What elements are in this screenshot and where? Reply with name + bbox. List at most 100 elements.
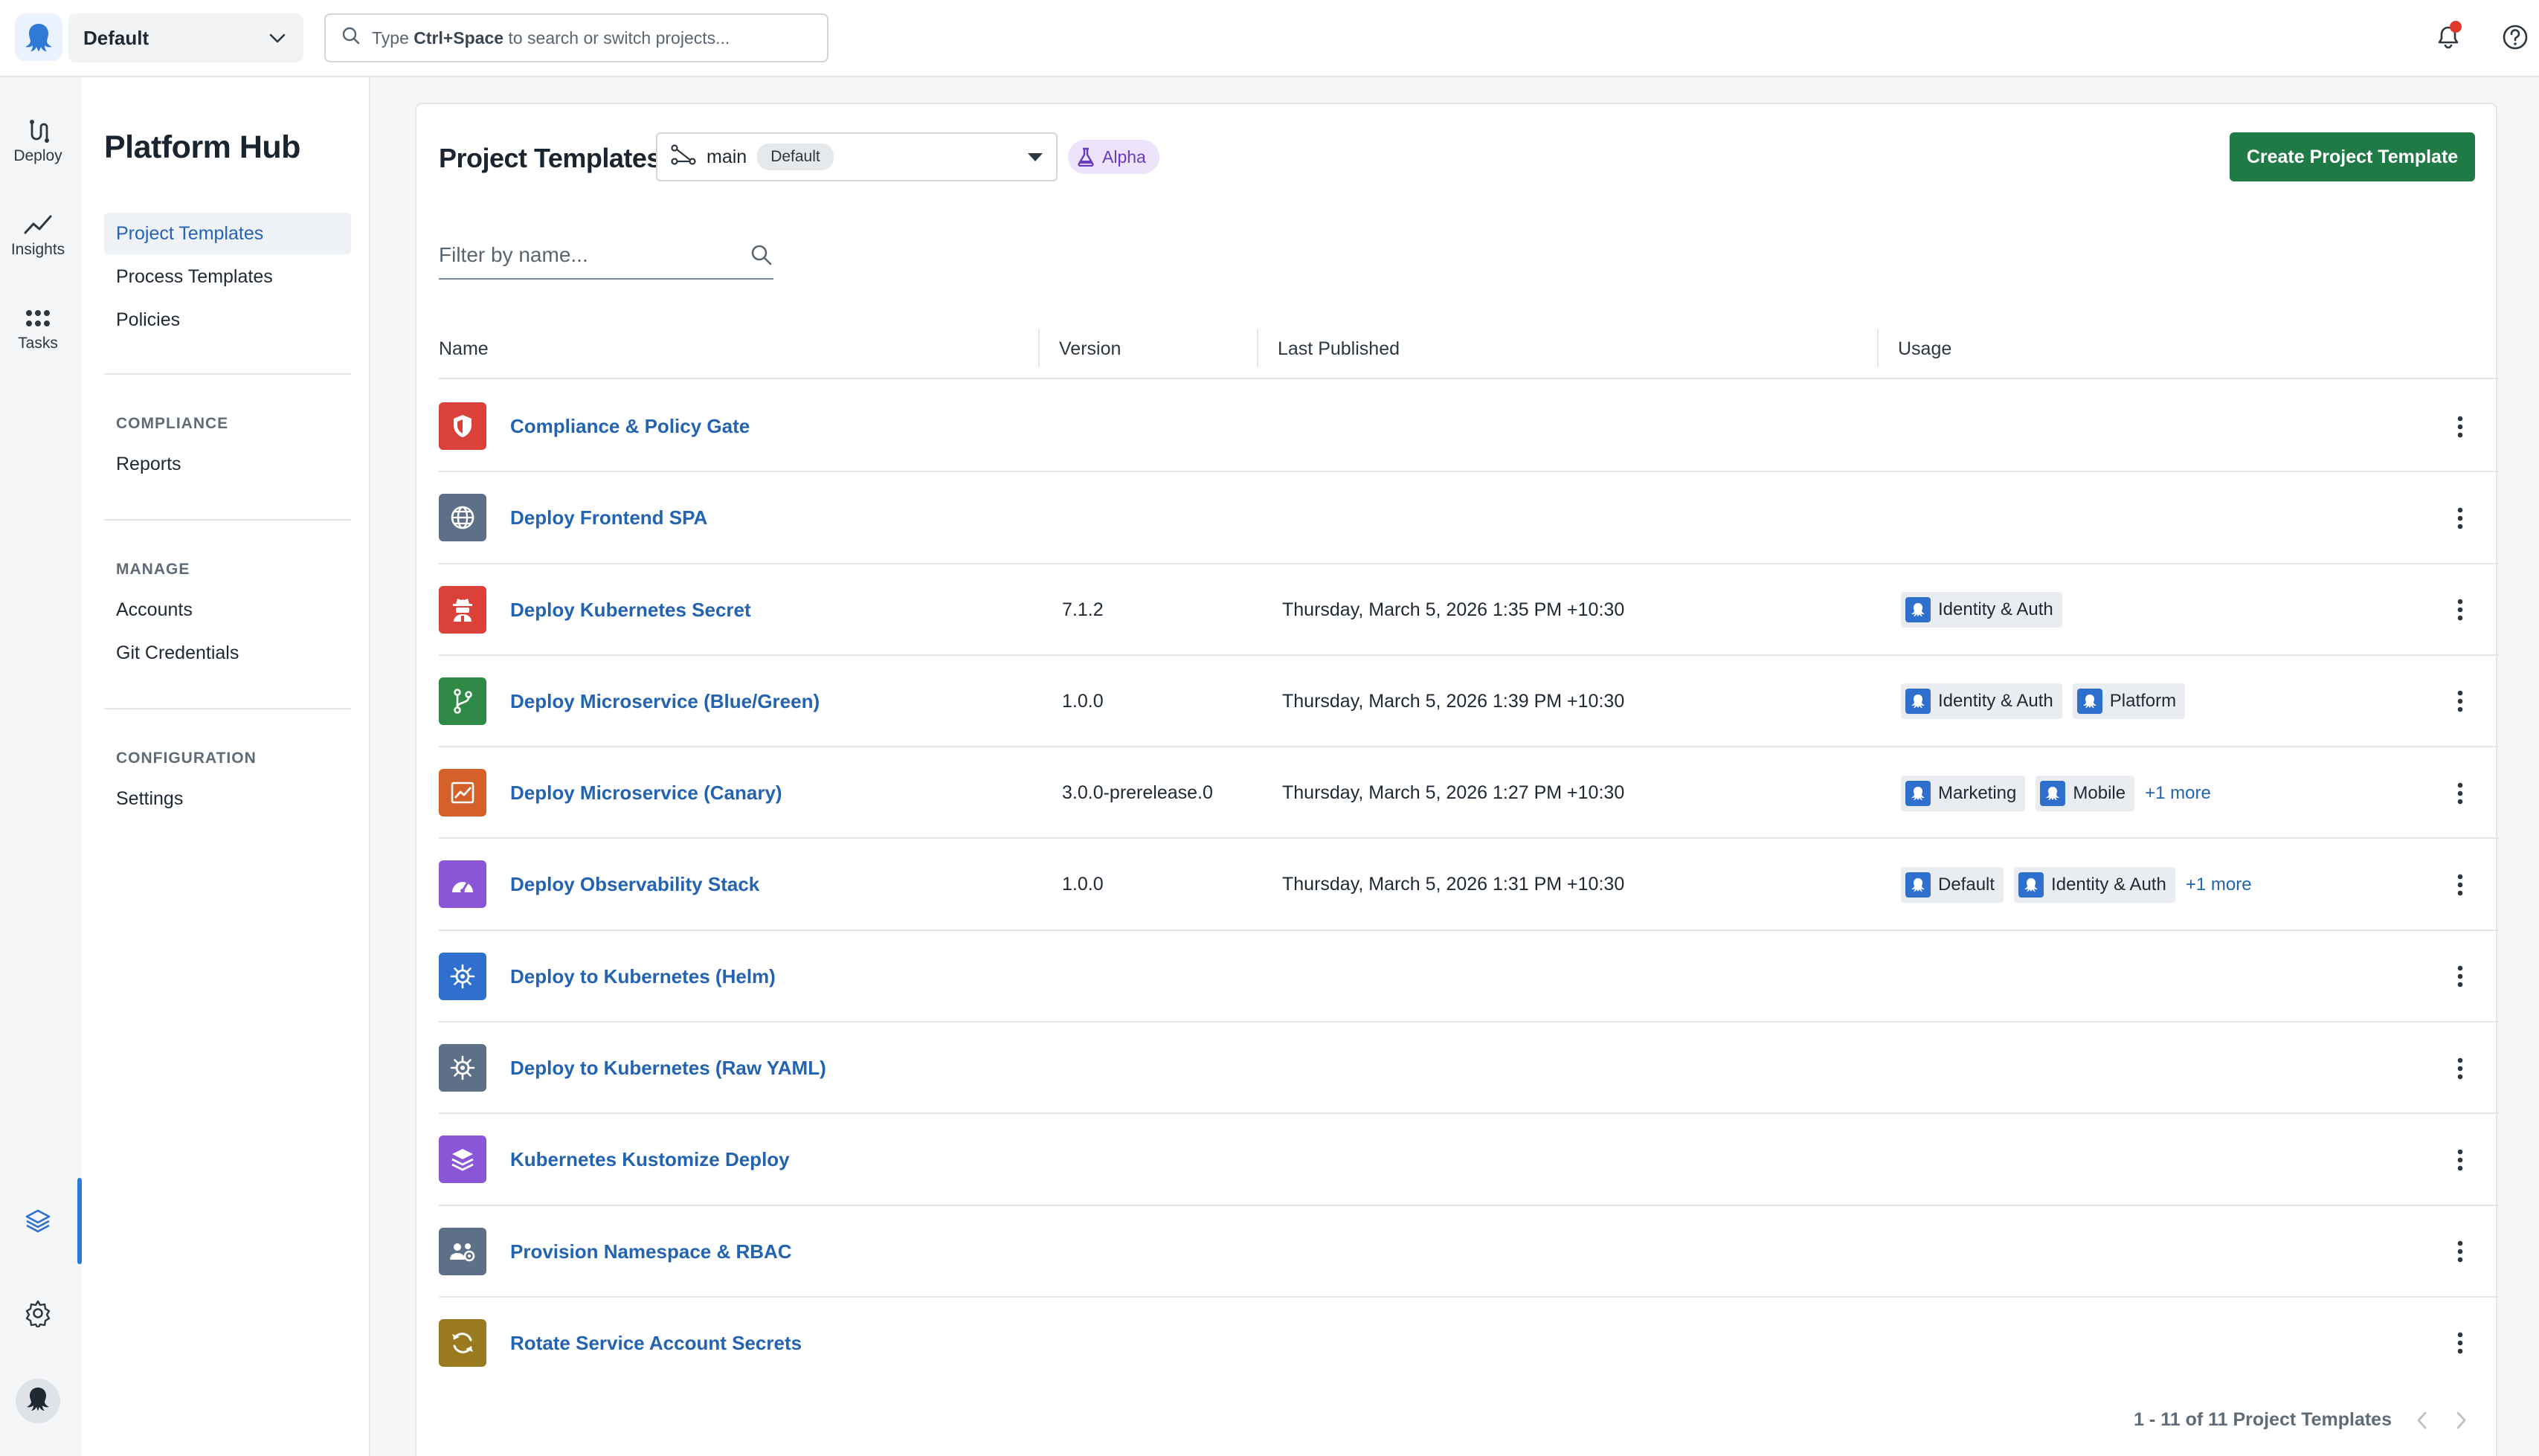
table-row[interactable]: Deploy Frontend SPA: [439, 472, 2499, 564]
template-name-link[interactable]: Deploy to Kubernetes (Helm): [510, 931, 776, 1022]
usage-chip[interactable]: Platform: [2072, 683, 2186, 720]
usage-chip[interactable]: Identity & Auth: [1901, 683, 2062, 720]
template-name-link[interactable]: Kubernetes Kustomize Deploy: [510, 1114, 790, 1205]
more-options-icon[interactable]: [2457, 931, 2463, 1022]
table-row[interactable]: Deploy Observability Stack 1.0.0 Thursda…: [439, 839, 2499, 931]
table-row[interactable]: Deploy Microservice (Canary) 3.0.0-prere…: [439, 747, 2499, 840]
table-row[interactable]: Kubernetes Kustomize Deploy: [439, 1114, 2499, 1206]
nav-git-credentials[interactable]: Git Credentials: [104, 632, 351, 674]
rail-insights[interactable]: Insights: [0, 208, 76, 259]
template-name-link[interactable]: Deploy to Kubernetes (Raw YAML): [510, 1022, 826, 1114]
project-octopus-icon: [1905, 872, 1931, 898]
nav-divider: [104, 519, 351, 521]
nav-project-templates[interactable]: Project Templates: [104, 213, 351, 254]
notifications-bell-icon[interactable]: [2430, 19, 2466, 55]
more-options-icon[interactable]: [2457, 1206, 2463, 1298]
table-row[interactable]: Deploy to Kubernetes (Raw YAML): [439, 1022, 2499, 1115]
usage-chip[interactable]: Default: [1901, 866, 2004, 903]
create-project-template-button[interactable]: Create Project Template: [2230, 132, 2475, 181]
column-name[interactable]: Name: [439, 320, 489, 378]
usage-chip[interactable]: Mobile: [2036, 775, 2135, 811]
table-row[interactable]: Deploy Microservice (Blue/Green) 1.0.0 T…: [439, 656, 2499, 748]
sidenav-title: Platform Hub: [104, 129, 300, 165]
table-row[interactable]: Deploy Kubernetes Secret 7.1.2 Thursday,…: [439, 564, 2499, 656]
project-octopus-icon: [1905, 689, 1931, 715]
space-selector[interactable]: Default: [68, 13, 303, 62]
template-name-link[interactable]: Deploy Observability Stack: [510, 839, 759, 930]
column-divider: [1877, 329, 1879, 367]
chevron-left-icon[interactable]: [2414, 1410, 2430, 1431]
caret-down-icon: [1028, 152, 1043, 161]
deploy-icon: [0, 115, 76, 147]
usage-chip[interactable]: Identity & Auth: [2014, 866, 2175, 903]
more-options-icon[interactable]: [2457, 1298, 2463, 1389]
column-divider: [1038, 329, 1040, 367]
help-icon[interactable]: [2497, 19, 2533, 55]
rail-user-avatar[interactable]: [0, 1379, 76, 1423]
rail-platform-hub[interactable]: [0, 1205, 76, 1237]
git-branch-icon: [671, 144, 696, 171]
more-usage-link[interactable]: +1 more: [2145, 783, 2211, 804]
template-name-link[interactable]: Rotate Service Account Secrets: [510, 1298, 802, 1389]
nav-section-compliance: COMPLIANCE: [116, 415, 229, 432]
nav-process-templates[interactable]: Process Templates: [104, 256, 351, 297]
filter-by-name-input[interactable]: Filter by name...: [439, 232, 773, 280]
template-usage: Default Identity & Auth +1 more: [1901, 839, 2252, 930]
template-version: 3.0.0-prerelease.0: [1062, 782, 1213, 804]
template-name-link[interactable]: Provision Namespace & RBAC: [510, 1206, 792, 1298]
more-options-icon[interactable]: [2457, 381, 2463, 472]
secret-agent-icon: [439, 585, 486, 634]
nav-reports[interactable]: Reports: [104, 443, 351, 485]
nav-accounts[interactable]: Accounts: [104, 589, 351, 631]
branch-name: main: [707, 146, 747, 167]
nav-section-configuration: CONFIGURATION: [116, 750, 257, 767]
usage-chip[interactable]: Identity & Auth: [1901, 592, 2062, 628]
rail-insights-label: Insights: [10, 241, 65, 258]
table-row[interactable]: Rotate Service Account Secrets: [439, 1298, 2499, 1389]
rail-settings[interactable]: [0, 1297, 76, 1330]
template-name-link[interactable]: Deploy Frontend SPA: [510, 472, 707, 564]
project-octopus-icon: [1905, 597, 1931, 623]
template-name-link[interactable]: Deploy Microservice (Blue/Green): [510, 656, 820, 747]
chevron-right-icon[interactable]: [2453, 1410, 2469, 1431]
nav-policies[interactable]: Policies: [104, 299, 351, 341]
template-usage: Identity & Auth: [1901, 564, 2062, 656]
template-last-published: Thursday, March 5, 2026 1:31 PM +10:30: [1282, 874, 1625, 895]
template-name-link[interactable]: Deploy Kubernetes Secret: [510, 564, 751, 656]
insights-chart-icon: [0, 208, 76, 241]
column-version[interactable]: Version: [1059, 320, 1121, 378]
nav-settings[interactable]: Settings: [104, 778, 351, 819]
helm-wheel-icon: [439, 1044, 486, 1092]
branch-selector[interactable]: main Default: [656, 132, 1058, 181]
column-divider: [1257, 329, 1258, 367]
more-options-icon[interactable]: [2457, 1022, 2463, 1114]
table-row[interactable]: Compliance & Policy Gate: [439, 381, 2499, 473]
search-placeholder: Type Ctrl+Space to search or switch proj…: [372, 28, 730, 48]
settings-gear-icon: [0, 1297, 76, 1330]
shield-icon: [439, 402, 486, 450]
rail-tasks[interactable]: Tasks: [0, 302, 76, 352]
more-options-icon[interactable]: [2457, 1114, 2463, 1205]
column-usage[interactable]: Usage: [1898, 320, 1951, 378]
rotate-icon: [439, 1318, 486, 1367]
more-options-icon[interactable]: [2457, 564, 2463, 656]
project-search-input[interactable]: Type Ctrl+Space to search or switch proj…: [324, 13, 828, 62]
chart-line-icon: [439, 769, 486, 817]
usage-chip[interactable]: Marketing: [1901, 775, 2026, 811]
octopus-logo-icon[interactable]: [15, 13, 62, 61]
template-name-link[interactable]: Compliance & Policy Gate: [510, 381, 750, 472]
more-options-icon[interactable]: [2457, 472, 2463, 564]
template-name-link[interactable]: Deploy Microservice (Canary): [510, 747, 782, 839]
default-branch-badge: Default: [757, 144, 834, 170]
column-last-published[interactable]: Last Published: [1278, 320, 1400, 378]
more-usage-link[interactable]: +1 more: [2186, 874, 2252, 895]
table-row[interactable]: Provision Namespace & RBAC: [439, 1206, 2499, 1298]
table-row[interactable]: Deploy to Kubernetes (Helm): [439, 931, 2499, 1023]
template-version: 1.0.0: [1062, 874, 1104, 895]
more-options-icon[interactable]: [2457, 656, 2463, 747]
nav-divider: [104, 373, 351, 375]
more-options-icon[interactable]: [2457, 747, 2463, 839]
rail-deploy[interactable]: Deploy: [0, 115, 76, 165]
more-options-icon[interactable]: [2457, 839, 2463, 930]
alpha-label: Alpha: [1102, 146, 1146, 167]
